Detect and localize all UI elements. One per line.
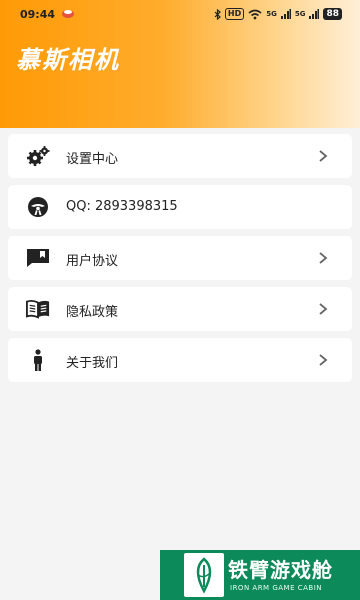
signal-label-1: 5G [266, 10, 277, 18]
menu-item-privacy-policy[interactable]: 隐私政策 [8, 287, 352, 331]
chevron-right-icon [319, 354, 328, 366]
watermark-title: 铁臂游戏舱 [228, 558, 333, 582]
status-icons: HD 5G 5G 88 [214, 8, 342, 20]
status-bar: 09:44 HD 5G 5G 88 [0, 0, 360, 30]
menu-item-label: 设置中心 [66, 152, 119, 167]
wifi-icon [248, 9, 262, 19]
chevron-right-icon [319, 303, 328, 315]
header-banner: 09:44 HD 5G 5G 88 慕斯相机 [0, 0, 360, 128]
chevron-right-icon [319, 252, 328, 264]
menu-item-label: QQ: 2893398315 [66, 199, 178, 214]
steering-wheel-icon [26, 196, 50, 218]
settings-menu: 设置中心 QQ: 2893398315 用户协议 隐私政策 关于我们 [8, 134, 352, 389]
hd-badge: HD [224, 8, 245, 20]
signal-icon-2 [309, 9, 320, 19]
notification-app-icon [62, 10, 74, 18]
signal-icon-1 [280, 9, 291, 19]
status-time: 09:44 [20, 8, 56, 21]
signal-label-2: 5G [294, 10, 306, 18]
menu-item-about-us[interactable]: 关于我们 [8, 338, 352, 382]
menu-item-label: 隐私政策 [66, 305, 119, 320]
menu-item-qq[interactable]: QQ: 2893398315 [8, 185, 352, 229]
watermark-banner: 铁臂游戏舱 IRON ARM GAME CABIN [160, 550, 360, 600]
menu-item-label: 关于我们 [66, 356, 119, 371]
book-icon [26, 298, 50, 320]
message-icon [26, 247, 50, 269]
bluetooth-icon [214, 8, 221, 20]
watermark-subtitle: IRON ARM GAME CABIN [230, 584, 322, 592]
watermark-logo [184, 553, 224, 597]
gears-icon [26, 145, 50, 167]
screen: 09:44 HD 5G 5G 88 慕斯相机 设置中心 QQ: 28933983… [0, 0, 360, 600]
app-title: 慕斯相机 [16, 46, 120, 74]
person-icon [26, 349, 50, 371]
menu-item-settings-center[interactable]: 设置中心 [8, 134, 352, 178]
menu-item-label: 用户协议 [66, 254, 119, 269]
menu-item-user-agreement[interactable]: 用户协议 [8, 236, 352, 280]
chevron-right-icon [319, 150, 328, 162]
battery-indicator: 88 [323, 8, 342, 20]
